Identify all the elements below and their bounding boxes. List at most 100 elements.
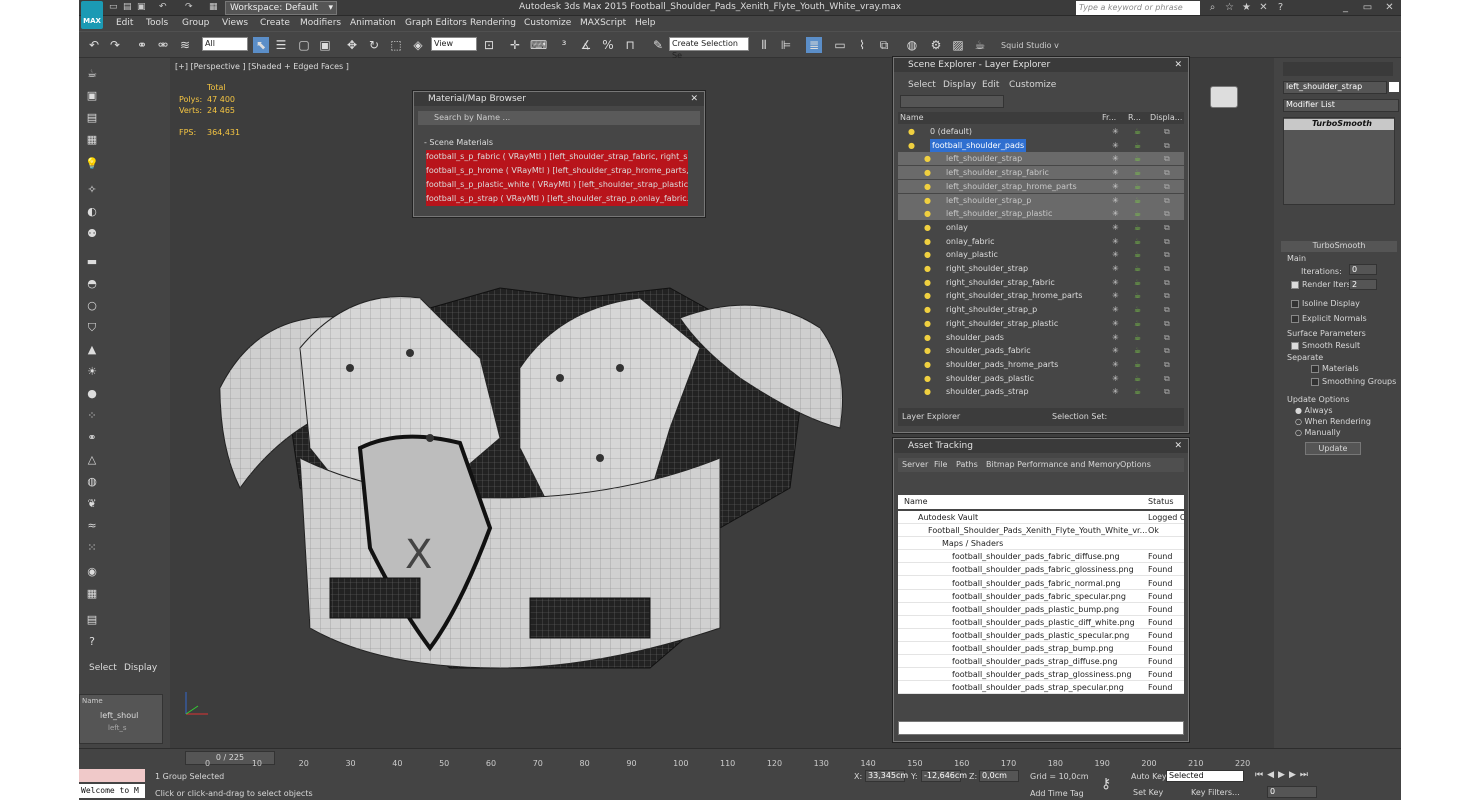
freeze-icon[interactable]: ✳ [1112, 344, 1119, 357]
freeze-icon[interactable]: ✳ [1112, 276, 1119, 289]
renderable-icon[interactable]: ☕ [1134, 317, 1141, 330]
cone-icon[interactable]: ▲ [84, 342, 100, 358]
renderable-icon[interactable]: ☕ [1134, 125, 1141, 138]
close-icon[interactable]: ✕ [1174, 58, 1182, 72]
object-row[interactable]: ● onlay ✳ ☕ ⧉ [898, 221, 1184, 234]
display-box-icon[interactable]: ⧉ [1164, 235, 1170, 248]
save-icon[interactable]: ▣ [137, 2, 146, 12]
display-box-icon[interactable]: ⧉ [1164, 331, 1170, 344]
z-coordinate-field[interactable]: 0,0cm [979, 770, 1019, 782]
object-color-swatch[interactable] [1389, 82, 1399, 92]
transform-icon[interactable]: ◐ [84, 204, 100, 220]
iterations-spinner[interactable]: 0 [1349, 264, 1377, 275]
menu-customize[interactable]: Customize [524, 18, 571, 28]
freeze-icon[interactable]: ✳ [1112, 166, 1119, 179]
menu-server[interactable]: Server [902, 458, 928, 472]
display-box-icon[interactable]: ⧉ [1164, 194, 1170, 207]
freeze-icon[interactable]: ✳ [1112, 152, 1119, 165]
hair-icon[interactable]: ≈ [84, 518, 100, 534]
asset-row[interactable]: football_shoulder_pads_strap_specular.pn… [898, 681, 1184, 695]
project-icon[interactable]: ▦ [209, 2, 218, 12]
object-icon[interactable]: ● [924, 235, 931, 248]
material-search-input[interactable]: Search by Name ... [418, 111, 700, 125]
reference-coordinate-dropdown[interactable]: View [431, 37, 477, 51]
object-icon[interactable]: ● [924, 262, 931, 275]
object-row[interactable]: ● shoulder_pads_plastic ✳ ☕ ⧉ [898, 372, 1184, 385]
edit-named-selection-icon[interactable]: ✎ [650, 37, 666, 53]
menu-create[interactable]: Create [260, 18, 290, 28]
asset-name-header[interactable]: Name [904, 495, 928, 509]
display-box-icon[interactable]: ⧉ [1164, 152, 1170, 165]
key-filters-button[interactable]: Key Filters... [1191, 788, 1240, 797]
key-mode-dropdown[interactable]: Selected [1166, 770, 1244, 782]
close-icon[interactable]: ✕ [1383, 1, 1396, 14]
ball-icon[interactable]: ◉ [84, 564, 100, 580]
renderable-icon[interactable]: ☕ [1134, 194, 1141, 207]
renderable-icon[interactable]: ☕ [1134, 344, 1141, 357]
display-box-icon[interactable]: ⧉ [1164, 317, 1170, 330]
display-column-header[interactable]: Displa... [1150, 112, 1182, 124]
maxscript-listener[interactable]: Welcome to M [79, 784, 145, 798]
calculator-icon[interactable]: ▦ [84, 586, 100, 602]
renderable-icon[interactable]: ☕ [1134, 180, 1141, 193]
asset-row[interactable]: Maps / Shaders [898, 537, 1184, 551]
object-icon[interactable]: ● [924, 303, 931, 316]
display-box-icon[interactable]: ⧉ [1164, 344, 1170, 357]
list-icon[interactable]: ▤ [84, 110, 100, 126]
menu-views[interactable]: Views [222, 18, 248, 28]
menu-modifiers[interactable]: Modifiers [300, 18, 341, 28]
key-icon[interactable]: ⚷ [1101, 776, 1111, 792]
display-box-icon[interactable]: ⧉ [1164, 207, 1170, 220]
renderable-icon[interactable]: ☕ [1134, 139, 1141, 152]
object-icon[interactable]: ● [924, 207, 931, 220]
select-object-icon[interactable]: ⬉ [253, 37, 269, 53]
toggle-ribbon-icon[interactable]: ▭ [832, 37, 848, 53]
help-circle-icon[interactable]: ? [84, 634, 100, 650]
set-key-button[interactable]: Set Key [1133, 788, 1163, 797]
pivot-center-icon[interactable]: ⊡ [481, 37, 497, 53]
menu-tools[interactable]: Tools [146, 18, 168, 28]
object-row[interactable]: ● right_shoulder_strap_p ✳ ☕ ⧉ [898, 303, 1184, 316]
scale-icon[interactable]: ⬚ [388, 37, 404, 53]
asset-row[interactable]: football_shoulder_pads_fabric_diffuse.pn… [898, 550, 1184, 564]
snap-toggle-icon[interactable]: ³ [556, 37, 572, 53]
isoline-display-checkbox[interactable]: Isoline Display [1291, 299, 1360, 308]
menu-group[interactable]: Group [182, 18, 209, 28]
mirror-icon[interactable]: ⫴ [756, 37, 772, 53]
freeze-icon[interactable]: ✳ [1112, 385, 1119, 398]
stack-item-turbosmooth[interactable]: TurboSmooth [1284, 119, 1394, 130]
render-iters-row[interactable]: Render Iters: [1291, 280, 1354, 289]
layer-row[interactable]: ● football_shoulder_pads ✳ ☕ ⧉ [898, 138, 1184, 152]
display-box-icon[interactable]: ⧉ [1164, 303, 1170, 316]
object-icon[interactable]: ● [924, 248, 931, 261]
rotate-icon[interactable]: ↻ [366, 37, 382, 53]
selection-filter-dropdown[interactable]: All [202, 37, 248, 51]
explicit-normals-checkbox[interactable]: Explicit Normals [1291, 314, 1367, 323]
display-box-icon[interactable]: ⧉ [1164, 372, 1170, 385]
object-icon[interactable]: ● [924, 152, 931, 165]
freeze-icon[interactable]: ✳ [1112, 207, 1119, 220]
menu-rendering[interactable]: Rendering [470, 18, 516, 28]
unlink-icon[interactable]: ⚮ [155, 37, 171, 53]
render-icon[interactable]: ▣ [84, 88, 100, 104]
asset-row[interactable]: football_shoulder_pads_plastic_diff_whit… [898, 616, 1184, 629]
object-icon[interactable]: ● [924, 372, 931, 385]
undo-icon[interactable]: ↶ [159, 2, 167, 12]
renderable-icon[interactable]: ☕ [1134, 262, 1141, 275]
rendered-frame-icon[interactable]: ▨ [950, 37, 966, 53]
menu-customize[interactable]: Customize [1009, 80, 1056, 90]
display-box-icon[interactable]: ⧉ [1164, 180, 1170, 193]
maxscript-listener-red[interactable] [79, 769, 145, 782]
menu-animation[interactable]: Animation [350, 18, 396, 28]
viewport-label[interactable]: [+] [Perspective ] [Shaded + Edged Faces… [175, 62, 349, 71]
menu-help[interactable]: Help [635, 18, 656, 28]
menu-select[interactable]: Select [908, 80, 936, 90]
scene-explorer-title[interactable]: Scene Explorer - Layer Explorer ✕ [894, 58, 1188, 72]
undo-icon[interactable]: ↶ [86, 37, 102, 53]
object-row[interactable]: ● right_shoulder_strap_hrome_parts ✳ ☕ ⧉ [898, 289, 1184, 302]
object-row[interactable]: ● left_shoulder_strap ✳ ☕ ⧉ [898, 152, 1184, 166]
close-icon[interactable]: ✕ [1174, 439, 1182, 453]
asset-row[interactable]: football_shoulder_pads_strap_bump.png Fou… [898, 642, 1184, 655]
squid-studio-label[interactable]: Squid Studio v [1001, 41, 1059, 50]
material-browser-title[interactable]: Material/Map Browser ✕ [414, 92, 704, 106]
